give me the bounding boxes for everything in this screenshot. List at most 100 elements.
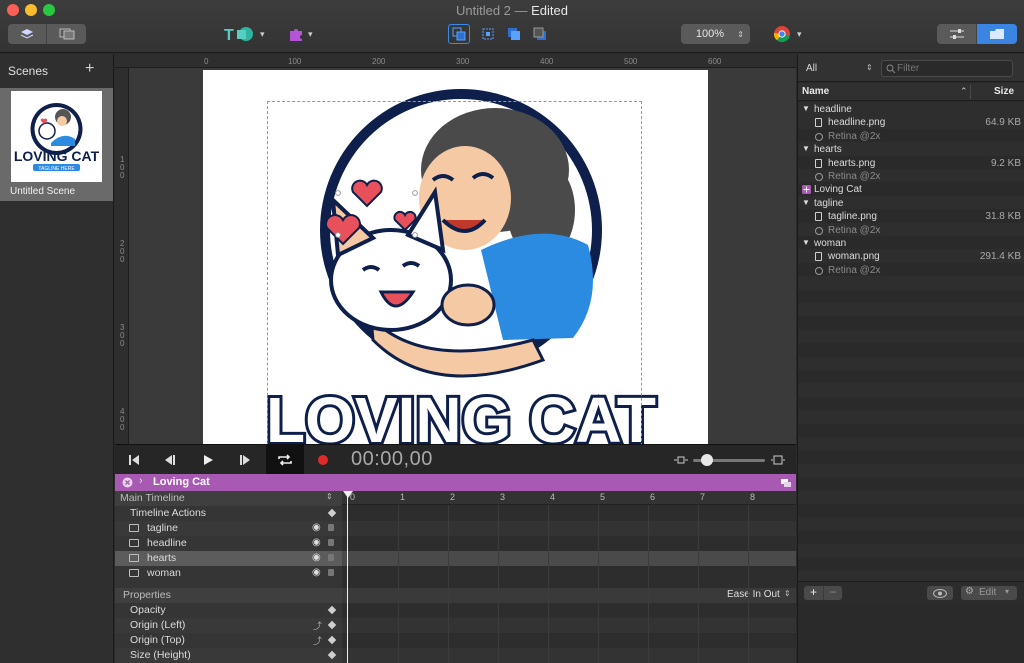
lock-icon[interactable] bbox=[328, 539, 334, 546]
step-back-button[interactable] bbox=[157, 448, 183, 472]
arrange-front-button[interactable] bbox=[448, 24, 470, 44]
time-ruler[interactable]: 0 1 2 3 4 5 6 7 8 bbox=[342, 491, 796, 505]
step-forward-button[interactable] bbox=[232, 448, 258, 472]
preview-button[interactable] bbox=[927, 586, 953, 600]
properties-header[interactable]: Properties bbox=[115, 588, 342, 603]
layer-name: hearts bbox=[147, 552, 177, 564]
resource-folder-row[interactable]: ▼ headline bbox=[798, 103, 1024, 116]
property-row[interactable]: Opacity bbox=[115, 603, 342, 618]
track-row[interactable] bbox=[342, 618, 796, 633]
loop-button[interactable] bbox=[266, 445, 304, 474]
keyframe-icon[interactable] bbox=[327, 605, 337, 615]
add-resource-button[interactable]: + bbox=[804, 586, 823, 600]
timeline-tracks[interactable]: 0 1 2 3 4 5 6 7 8 Ease In Out ⇕ bbox=[342, 491, 796, 663]
library-toggle-button[interactable] bbox=[47, 24, 86, 44]
layer-row-selected[interactable]: hearts ◉ bbox=[115, 551, 342, 566]
disclosure-triangle-icon[interactable]: ▼ bbox=[802, 238, 810, 247]
sort-ascending-icon[interactable]: ⌃ bbox=[960, 86, 968, 97]
resource-name: headline.png bbox=[828, 117, 886, 129]
resource-name: Retina @2x bbox=[828, 171, 881, 182]
filter-scope-select[interactable]: All ⇕ bbox=[802, 60, 878, 77]
keyframe-icon[interactable] bbox=[327, 650, 337, 660]
preview-browser-button[interactable]: ▾ bbox=[773, 25, 807, 43]
zoom-select[interactable]: 100% ⇕ bbox=[681, 24, 750, 44]
scenes-toggle-button[interactable] bbox=[8, 24, 47, 44]
property-row[interactable]: Origin (Left) ⤴ bbox=[115, 618, 342, 633]
size-column-header[interactable]: Size bbox=[994, 86, 1014, 97]
timeline-actions-row[interactable]: Timeline Actions bbox=[115, 506, 342, 521]
resource-retina-row[interactable]: Retina @2x bbox=[798, 170, 1024, 183]
disclosure-triangle-icon[interactable]: ▼ bbox=[802, 104, 810, 113]
resource-list: ▼ headline headline.png 64.9 KB Retina @… bbox=[798, 102, 1024, 585]
motion-path-icon[interactable]: ⤴ bbox=[313, 619, 322, 632]
resource-symbol-row[interactable]: Loving Cat bbox=[798, 183, 1024, 196]
edit-menu-button[interactable]: ⚙ Edit ▾ bbox=[961, 586, 1017, 600]
row-stripe bbox=[798, 276, 1024, 290]
eye-icon[interactable]: ◉ bbox=[312, 567, 321, 578]
retina-icon bbox=[815, 173, 823, 181]
resource-retina-row[interactable]: Retina @2x bbox=[798, 224, 1024, 237]
slider-thumb[interactable] bbox=[701, 454, 713, 466]
motion-path-icon[interactable]: ⤴ bbox=[313, 634, 322, 647]
insert-element-button[interactable]: T ▾ bbox=[224, 24, 270, 44]
selection-bounds bbox=[267, 101, 642, 444]
play-button[interactable] bbox=[195, 448, 221, 472]
expand-icon[interactable] bbox=[780, 478, 792, 488]
resource-folder-row[interactable]: ▼ hearts bbox=[798, 143, 1024, 156]
stepper-icon: ⇕ bbox=[866, 63, 873, 72]
ruler-tick: 300 bbox=[456, 57, 470, 66]
layer-row[interactable]: tagline ◉ bbox=[115, 521, 342, 536]
arrange-back-button[interactable] bbox=[530, 25, 550, 43]
track-row-selected[interactable] bbox=[342, 551, 796, 566]
ruler-tick: 100 bbox=[120, 155, 125, 180]
resources-button[interactable] bbox=[977, 24, 1017, 44]
go-to-start-button[interactable] bbox=[121, 448, 147, 472]
resource-file-row[interactable]: hearts.png 9.2 KB bbox=[798, 157, 1024, 170]
playhead-handle[interactable] bbox=[343, 491, 353, 498]
group-button[interactable] bbox=[478, 25, 498, 43]
filter-input[interactable]: Filter bbox=[881, 60, 1013, 77]
disclosure-triangle-icon[interactable]: ▼ bbox=[802, 144, 810, 153]
resource-retina-row[interactable]: Retina @2x bbox=[798, 264, 1024, 277]
property-row[interactable]: Origin (Top) ⤴ bbox=[115, 633, 342, 648]
resource-file-row[interactable]: headline.png 64.9 KB bbox=[798, 116, 1024, 129]
eye-icon[interactable]: ◉ bbox=[312, 537, 321, 548]
resource-folder-row[interactable]: ▼ tagline bbox=[798, 197, 1024, 210]
keyframe-icon[interactable] bbox=[327, 620, 337, 630]
layer-row[interactable]: woman ◉ bbox=[115, 566, 342, 581]
resource-folder-row[interactable]: ▼ woman bbox=[798, 237, 1024, 250]
name-column-header[interactable]: Name bbox=[802, 86, 829, 97]
property-row[interactable]: Size (Height) bbox=[115, 648, 342, 663]
lock-icon[interactable] bbox=[328, 524, 334, 531]
layer-row[interactable]: headline ◉ bbox=[115, 536, 342, 551]
eye-icon[interactable]: ◉ bbox=[312, 552, 321, 563]
time-tick: 5 bbox=[600, 492, 606, 502]
record-button[interactable] bbox=[310, 448, 336, 472]
arrange-forward-button[interactable] bbox=[504, 25, 524, 43]
insert-symbol-button[interactable]: ▾ bbox=[288, 24, 322, 44]
remove-resource-button[interactable]: − bbox=[823, 586, 842, 600]
time-tick: 3 bbox=[500, 492, 506, 502]
keyframe-icon[interactable] bbox=[327, 635, 337, 645]
playhead[interactable] bbox=[347, 491, 348, 663]
add-scene-button[interactable]: + bbox=[85, 60, 94, 78]
scene-item[interactable]: LOVING CAT TAGLINE HERE Untitled Scene bbox=[0, 88, 113, 201]
resource-retina-row[interactable]: Retina @2x bbox=[798, 130, 1024, 143]
easing-select[interactable]: Ease In Out bbox=[727, 589, 780, 600]
disclosure-triangle-icon[interactable]: ▼ bbox=[802, 198, 810, 207]
lock-icon[interactable] bbox=[328, 554, 334, 561]
inspector-button[interactable] bbox=[937, 24, 977, 44]
close-icon[interactable] bbox=[122, 477, 133, 488]
eye-icon[interactable]: ◉ bbox=[312, 522, 321, 533]
scenes-panel: Scenes + LOVING CAT TAGLINE HERE Untitle… bbox=[0, 54, 114, 663]
lock-icon[interactable] bbox=[328, 569, 334, 576]
keyframe-icon[interactable] bbox=[327, 508, 337, 518]
resource-file-row[interactable]: tagline.png 31.8 KB bbox=[798, 210, 1024, 223]
resource-file-row[interactable]: woman.png 291.4 KB bbox=[798, 250, 1024, 263]
canvas-area[interactable]: 0 100 200 300 400 500 600 100 200 300 40… bbox=[115, 54, 796, 444]
timeline-zoom-slider[interactable] bbox=[693, 454, 765, 466]
track-row[interactable] bbox=[342, 648, 796, 663]
main-timeline-row[interactable]: Main Timeline ⇕ bbox=[115, 491, 342, 506]
track-row[interactable] bbox=[342, 521, 796, 536]
easing-row[interactable]: Ease In Out ⇕ bbox=[342, 588, 796, 603]
